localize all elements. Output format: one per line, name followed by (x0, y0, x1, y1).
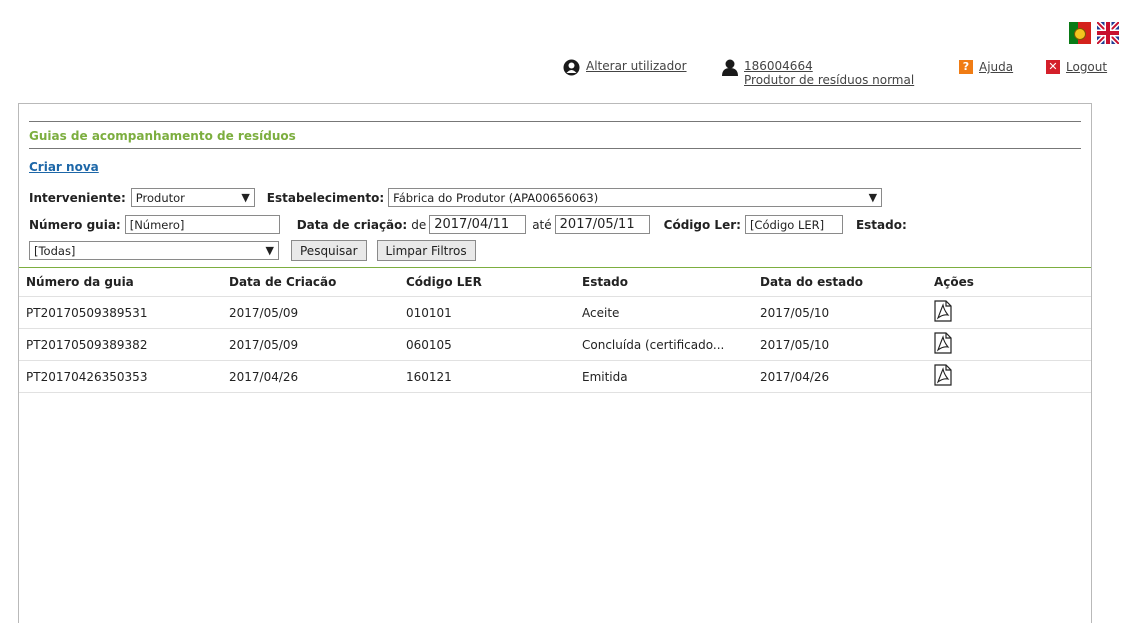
section-title: Guias de acompanhamento de resíduos (29, 121, 1081, 149)
logout-icon: ✕ (1046, 60, 1060, 74)
numero-guia-label: Número guia: (29, 217, 121, 232)
uk-flag-icon[interactable] (1095, 20, 1121, 46)
codigo-cell: 060105 (406, 337, 452, 352)
chevron-down-icon: ▼ (868, 191, 878, 204)
table-row[interactable]: PT20170509389382 2017/05/09 060105 Concl… (19, 329, 1091, 361)
table-row[interactable]: PT20170426350353 2017/04/26 160121 Emiti… (19, 361, 1091, 393)
search-button[interactable]: Pesquisar (291, 240, 367, 261)
user-info: 186004664 Produtor de resíduos normal (722, 59, 914, 87)
logout-link[interactable]: Logout (1066, 60, 1107, 74)
estabelecimento-select[interactable]: Fábrica do Produtor (APA00656063) ▼ (388, 188, 883, 207)
portugal-flag-icon[interactable] (1069, 22, 1091, 44)
create-new-link[interactable]: Criar nova (29, 160, 99, 174)
numero-cell: PT20170509389382 (26, 337, 148, 352)
estado-cell: Emitida (582, 369, 628, 384)
de-label: de (411, 217, 427, 232)
codigo-ler-label: Código Ler: (663, 217, 741, 232)
data-estado-cell: 2017/05/10 (760, 337, 830, 352)
data-criacao-cell: 2017/05/09 (229, 337, 299, 352)
data-criacao-cell: 2017/04/26 (229, 369, 299, 384)
logout-item[interactable]: ✕ Logout (1046, 60, 1107, 74)
estado-cell: Aceite (582, 305, 620, 320)
codigo-cell: 010101 (406, 305, 452, 320)
codigo-cell: 160121 (406, 369, 452, 384)
column-header: Ações (934, 275, 974, 289)
estado-cell: Concluída (certificado... (582, 337, 725, 352)
data-estado-cell: 2017/05/10 (760, 305, 830, 320)
estado-label: Estado: (855, 217, 907, 232)
estado-select[interactable]: [Todas] ▼ (29, 241, 279, 260)
user-role-link[interactable]: Produtor de resíduos normal (744, 73, 914, 87)
top-nav: Alterar utilizador 186004664 Produtor de… (0, 58, 1134, 98)
chevron-down-icon: ▼ (241, 191, 250, 204)
estado-value: [Todas] (34, 243, 76, 258)
column-header: Data do estado (760, 275, 864, 289)
pdf-icon[interactable] (934, 300, 952, 322)
numero-guia-input[interactable]: [Número] (124, 215, 280, 234)
pdf-icon[interactable] (934, 364, 952, 386)
data-criacao-label: Data de criação: (296, 217, 408, 232)
help-item[interactable]: ? Ajuda (959, 60, 1013, 74)
column-header: Número da guia (26, 275, 134, 289)
filter-row-1: Interveniente: Produtor ▼ Estabeleciment… (29, 188, 883, 207)
filter-row-2: Número guia: [Número] Data de criação: d… (29, 215, 907, 234)
data-estado-cell: 2017/04/26 (760, 369, 830, 384)
table-row[interactable]: PT20170509389531 2017/05/09 010101 Aceit… (19, 297, 1091, 329)
actions-cell (934, 300, 1054, 325)
interveniente-select[interactable]: Produtor ▼ (130, 188, 255, 207)
pdf-icon[interactable] (934, 332, 952, 354)
numero-cell: PT20170509389531 (26, 305, 148, 320)
user-switch-icon (563, 59, 580, 76)
data-criacao-cell: 2017/05/09 (229, 305, 299, 320)
results-table: Número da guia Data de Criacão Código LE… (19, 267, 1091, 393)
date-to-input[interactable]: 2017/05/11 (554, 215, 650, 234)
column-header: Data de Criacão (229, 275, 337, 289)
interveniente-label: Interveniente: (29, 190, 126, 205)
main-panel: Guias de acompanhamento de resíduos Cria… (18, 103, 1092, 623)
interveniente-value: Produtor (135, 190, 185, 205)
user-id-link[interactable]: 186004664 (744, 59, 914, 73)
user-icon (722, 59, 738, 76)
actions-cell (934, 332, 1054, 357)
actions-cell (934, 364, 1054, 389)
codigo-ler-input[interactable]: [Código LER] (744, 215, 843, 234)
help-link[interactable]: Ajuda (979, 60, 1013, 74)
table-header: Número da guia Data de Criacão Código LE… (19, 268, 1091, 297)
date-from-input[interactable]: 2017/04/11 (429, 215, 527, 234)
column-header: Estado (582, 275, 629, 289)
language-selector (1069, 20, 1121, 46)
filter-row-3: [Todas] ▼ Pesquisar Limpar Filtros (29, 240, 476, 261)
estabelecimento-label: Estabelecimento: (266, 190, 385, 205)
numero-cell: PT20170426350353 (26, 369, 148, 384)
chevron-down-icon: ▼ (265, 244, 274, 257)
change-user-item[interactable]: Alterar utilizador (563, 59, 687, 76)
change-user-link[interactable]: Alterar utilizador (586, 59, 687, 73)
help-icon: ? (959, 60, 973, 74)
estabelecimento-value: Fábrica do Produtor (APA00656063) (393, 190, 599, 205)
clear-filters-button[interactable]: Limpar Filtros (376, 240, 476, 261)
ate-label: até (532, 217, 552, 232)
column-header: Código LER (406, 275, 482, 289)
